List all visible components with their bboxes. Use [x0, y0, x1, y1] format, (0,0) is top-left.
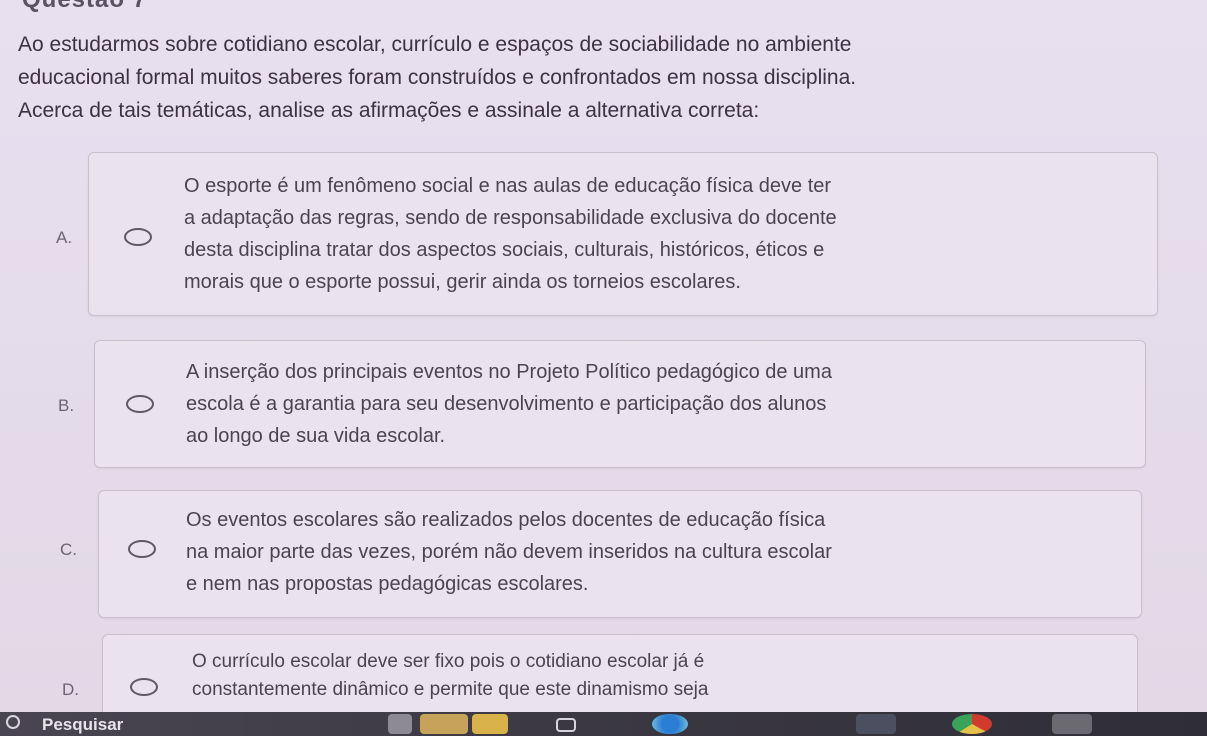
task-view-icon[interactable]: [556, 718, 576, 732]
edge-icon[interactable]: [652, 714, 688, 734]
taskbar: Pesquisar: [0, 712, 1207, 736]
option-a-radio[interactable]: [124, 228, 152, 246]
news-widget-icon[interactable]: [388, 714, 412, 734]
question-title: Questão 7: [22, 0, 147, 14]
question-statement: Ao estudarmos sobre cotidiano escolar, c…: [18, 28, 1198, 127]
option-b-radio[interactable]: [126, 395, 154, 413]
taskbar-search[interactable]: Pesquisar: [42, 715, 123, 735]
files-icon[interactable]: [472, 714, 508, 734]
folder-icon[interactable]: [420, 714, 468, 734]
option-a-text: O esporte é um fenômeno social e nas aul…: [184, 175, 837, 293]
screen: Questão 7 Ao estudarmos sobre cotidiano …: [0, 0, 1207, 736]
search-icon[interactable]: [6, 715, 20, 729]
option-c-letter: C.: [60, 540, 77, 559]
option-b-letter: B.: [58, 396, 75, 415]
chrome-icon[interactable]: [952, 714, 992, 734]
app-icon-2[interactable]: [1052, 714, 1092, 734]
option-d-letter: D.: [62, 680, 79, 699]
intro-line: Ao estudarmos sobre cotidiano escolar, c…: [18, 33, 852, 56]
option-a-letter: A.: [56, 228, 73, 247]
option-c-radio[interactable]: [128, 540, 156, 558]
option-d-text: O currículo escolar deve ser fixo pois o…: [192, 651, 709, 700]
option-c-text: Os eventos escolares são realizados pelo…: [186, 509, 832, 595]
option-d-radio[interactable]: [130, 678, 158, 696]
option-b-text: A inserção dos principais eventos no Pro…: [186, 361, 832, 447]
app-icon[interactable]: [856, 714, 896, 734]
intro-line: Acerca de tais temáticas, analise as afi…: [18, 99, 760, 122]
intro-line: educacional formal muitos saberes foram …: [18, 66, 857, 89]
